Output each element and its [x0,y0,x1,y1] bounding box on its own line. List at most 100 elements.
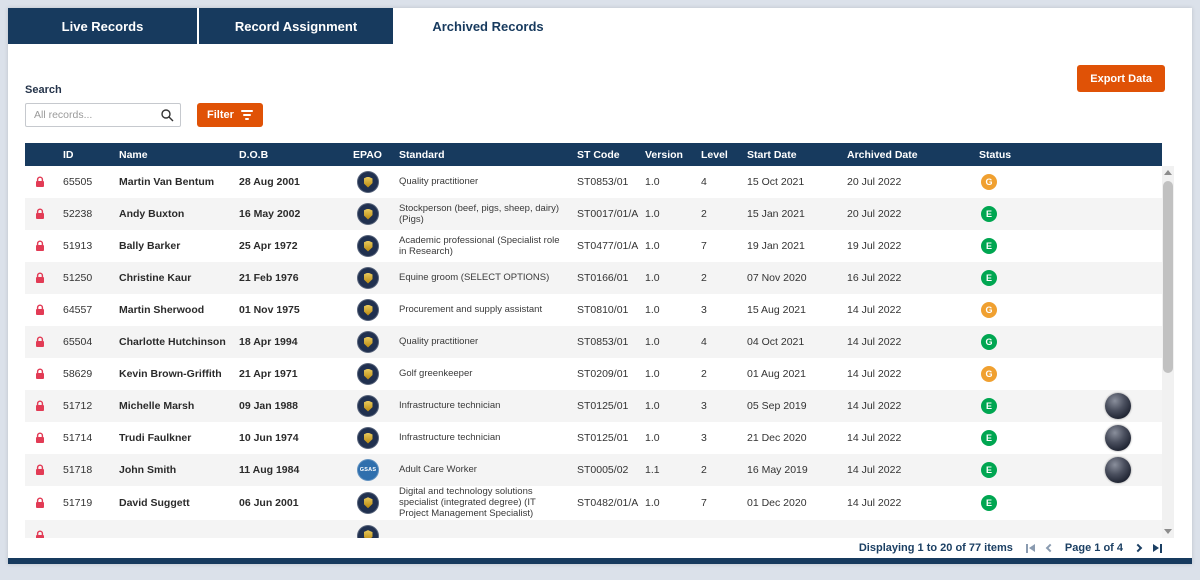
table-row[interactable]: 51712 Michelle Marsh 09 Jan 1988 Infrastruc… [25,390,1162,422]
table-row[interactable]: 65505 Martin Van Bentum 28 Aug 2001 Quality… [25,166,1162,198]
scroll-down-icon[interactable] [1164,529,1172,534]
row-version: 1.0 [645,496,660,509]
epao-gsas-icon: GSAS [357,459,379,481]
row-epao [345,235,391,257]
row-id: 65505 [63,176,93,188]
search-icon[interactable] [160,108,174,122]
table-row[interactable]: 58629 Kevin Brown-Griffith 21 Apr 1971 Golf… [25,358,1162,390]
search-label: Search [25,84,62,96]
tab-archived-records[interactable]: Archived Records [395,8,581,44]
row-dob: 01 Nov 1975 [239,304,300,316]
row-start-date: 19 Jan 2021 [747,240,805,252]
row-level: 3 [701,432,707,444]
row-start-date: 15 Oct 2021 [747,176,805,188]
row-st-code: ST0209/01 [577,368,629,380]
status-badge: G [981,302,997,318]
table-scrollbar[interactable] [1162,166,1174,538]
records-table: ID Name D.O.B EPAO Standard ST Code Version Lev… [25,143,1162,538]
row-status: E [979,238,1073,254]
scrollbar-thumb[interactable] [1163,181,1173,373]
column-header-version[interactable]: Version [637,149,693,161]
table-row[interactable]: 51719 David Suggett 06 Jun 2001 Digital and… [25,486,1162,520]
pagination-footer: Displaying 1 to 20 of 77 items Page 1 of… [8,538,1192,558]
tab-live-records[interactable]: Live Records [8,8,197,44]
row-level: 2 [701,464,707,476]
tab-record-assignment[interactable]: Record Assignment [199,8,393,44]
table-row[interactable]: 51718 John Smith 11 Aug 1984 GSAS Adult Care… [25,454,1162,486]
row-archived-date: 14 Jul 2022 [847,432,902,444]
avatar[interactable] [1104,457,1131,483]
row-archived-date: 14 Jul 2022 [847,368,902,380]
row-start-date: 01 Aug 2021 [747,368,806,380]
row-epao [345,299,391,321]
lock-icon [25,432,55,444]
avatar[interactable] [1104,425,1131,451]
table-row[interactable]: 51250 Christine Kaur 21 Feb 1976 Equine gro… [25,262,1162,294]
row-name: Bally Barker [119,240,181,252]
column-header-level[interactable]: Level [693,149,739,161]
epao-emblem-icon [357,235,379,257]
column-header-name[interactable]: Name [111,149,231,161]
avatar[interactable] [1104,393,1131,419]
lock-icon [25,464,55,476]
column-header-start-date[interactable]: Start Date [739,149,839,161]
row-st-code: ST0125/01 [577,432,629,444]
status-badge: G [981,334,997,350]
table-row-partial[interactable] [25,519,1162,538]
row-dob: 25 Apr 1972 [239,240,298,252]
row-st-code: ST0810/01 [577,304,629,316]
column-header-status[interactable]: Status [979,149,1073,161]
main-content: Export Data Search Filter IDNameD.O.BEPA… [8,44,1192,538]
column-header-epao[interactable]: EPAO [345,149,391,161]
row-epao [345,427,391,449]
column-header-st-code[interactable]: ST Code [569,149,637,161]
row-archived-date: 14 Jul 2022 [847,336,902,348]
row-archived-date: 14 Jul 2022 [847,464,902,476]
row-version: 1.0 [645,240,660,252]
row-version: 1.0 [645,272,660,284]
row-epao [345,171,391,193]
row-start-date: 05 Sep 2019 [747,400,807,412]
row-epao [345,203,391,225]
row-level: 2 [701,368,707,380]
table-row[interactable]: 51714 Trudi Faulkner 10 Jun 1974 Infrastruc… [25,422,1162,454]
epao-emblem-icon [357,363,379,385]
row-dob: 16 May 2002 [239,208,301,220]
next-page-icon[interactable] [1133,543,1143,553]
epao-emblem-icon [357,395,379,417]
row-level: 2 [701,208,707,220]
row-epao [345,363,391,385]
row-name: Trudi Faulkner [119,432,192,444]
row-start-date: 15 Jan 2021 [747,208,805,220]
lock-icon [25,497,55,509]
row-st-code: ST0017/01/A [577,208,639,220]
filter-button[interactable]: Filter [197,103,263,127]
row-status: G [979,302,1073,318]
row-dob: 18 Apr 1994 [239,336,298,348]
last-page-icon[interactable] [1153,543,1162,553]
row-standard: Digital and technology solutions special… [399,486,536,520]
scroll-up-icon[interactable] [1164,170,1172,175]
search-input[interactable] [25,103,181,127]
table-row[interactable]: 65504 Charlotte Hutchinson 18 Apr 1994 Qual… [25,326,1162,358]
column-header-d-o-b[interactable]: D.O.B [231,149,345,161]
row-dob: 06 Jun 2001 [239,496,299,509]
table-row[interactable]: 64557 Martin Sherwood 01 Nov 1975 Procureme… [25,294,1162,326]
column-header-standard[interactable]: Standard [391,149,569,161]
row-epao [345,524,391,538]
row-archived-date: 16 Jul 2022 [847,272,902,284]
row-name: Andy Buxton [119,208,185,220]
epao-emblem-icon [357,171,379,193]
row-status: E [979,398,1073,414]
row-archived-date: 20 Jul 2022 [847,176,902,188]
table-row[interactable]: 52238 Andy Buxton 16 May 2002 Stockperson (… [25,198,1162,230]
first-page-icon[interactable] [1025,543,1035,553]
column-header-id[interactable]: ID [55,149,111,161]
row-epao [345,491,391,514]
row-archived-date: 19 Jul 2022 [847,240,902,252]
column-header-archived-date[interactable]: Archived Date [839,149,979,161]
row-name: Kevin Brown-Griffith [119,368,222,380]
export-data-button[interactable]: Export Data [1077,65,1165,92]
previous-page-icon[interactable] [1045,543,1055,553]
table-row[interactable]: 51913 Bally Barker 25 Apr 1972 Academic pro… [25,230,1162,262]
